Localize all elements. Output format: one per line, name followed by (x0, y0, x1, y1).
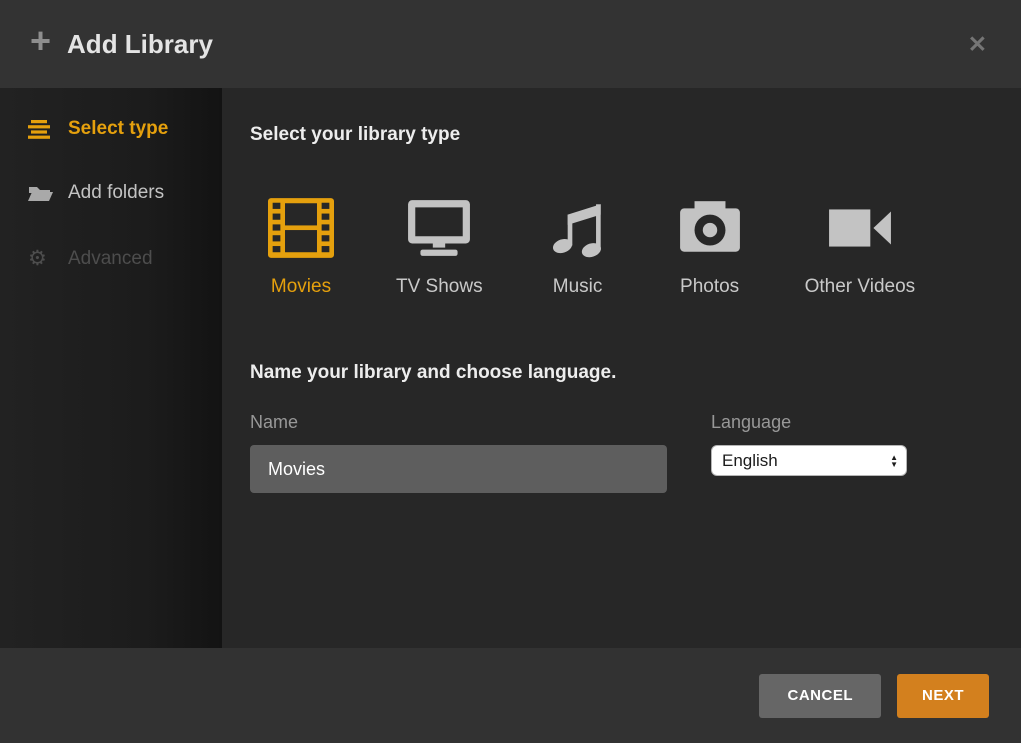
library-type-picker: Movies TV Shows (264, 198, 991, 298)
tv-icon (406, 198, 472, 258)
name-label: Name (250, 412, 667, 433)
wizard-steps-sidebar: Select type Add folders ⚙ Advanced (0, 88, 222, 648)
library-type-label: Other Videos (805, 276, 916, 298)
close-icon[interactable]: ✕ (964, 29, 991, 60)
main-panel: Select your library type (222, 88, 1021, 648)
film-strip-icon (268, 198, 334, 258)
list-lines-icon (28, 120, 54, 139)
library-type-other-videos[interactable]: Other Videos (805, 198, 916, 298)
library-type-tv-shows[interactable]: TV Shows (396, 198, 483, 298)
library-type-label: Photos (680, 276, 739, 298)
dialog-header: + Add Library ✕ (0, 0, 1021, 88)
dialog-footer: CANCEL NEXT (0, 648, 1021, 743)
language-label: Language (711, 412, 907, 433)
video-camera-icon (827, 198, 893, 258)
library-type-label: Music (553, 276, 603, 298)
sidebar-item-label: Advanced (68, 248, 153, 270)
folder-open-icon (28, 185, 54, 202)
library-name-input[interactable] (250, 445, 667, 493)
library-type-photos[interactable]: Photos (673, 198, 747, 298)
library-type-heading: Select your library type (250, 124, 991, 146)
add-library-dialog: + Add Library ✕ Select type (0, 0, 1021, 743)
camera-icon (677, 198, 743, 258)
sidebar-item-advanced: ⚙ Advanced (0, 234, 222, 283)
next-button[interactable]: NEXT (897, 674, 989, 718)
name-language-heading: Name your library and choose language. (250, 362, 991, 384)
sidebar-item-select-type[interactable]: Select type (0, 106, 222, 152)
sidebar-item-label: Add folders (68, 182, 164, 204)
gear-icon: ⚙ (28, 246, 54, 271)
cancel-button[interactable]: CANCEL (759, 674, 881, 718)
sidebar-item-label: Select type (68, 118, 168, 140)
plus-icon: + (30, 23, 51, 59)
dialog-title: Add Library (67, 29, 213, 60)
library-type-movies[interactable]: Movies (264, 198, 338, 298)
sidebar-item-add-folders[interactable]: Add folders (0, 170, 222, 216)
language-select[interactable]: English (711, 445, 907, 476)
library-type-label: TV Shows (396, 276, 483, 298)
library-type-music[interactable]: Music (541, 198, 615, 298)
library-form: Name Language English ▲ ▼ (250, 412, 991, 493)
music-note-icon (545, 198, 611, 258)
library-type-label: Movies (271, 276, 331, 298)
